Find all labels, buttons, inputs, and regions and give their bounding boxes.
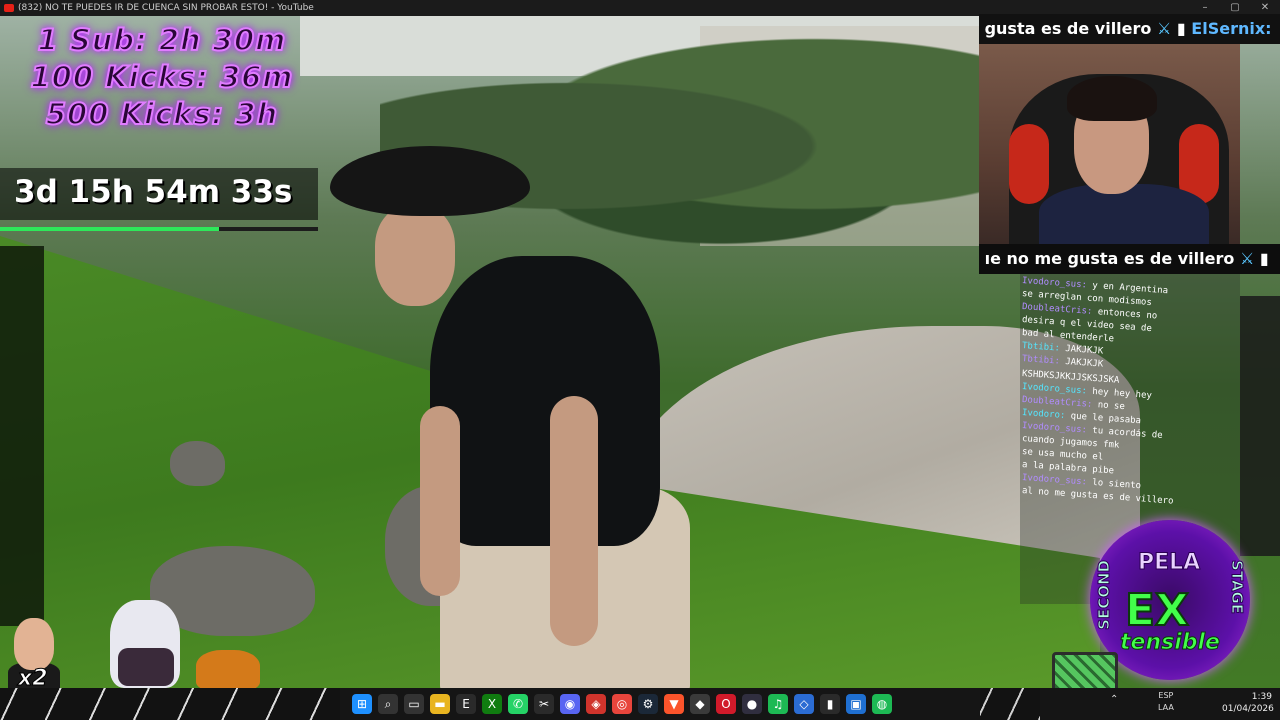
video-person-arm [420, 406, 460, 596]
clock-date: 01/04/2026 [1222, 704, 1274, 714]
youtube-icon [4, 4, 14, 12]
chat-username: Tbtibi: [1021, 354, 1066, 368]
chat-text: JAKJKJK [1064, 357, 1104, 370]
subathon-timer: 3d 15h 54m 33s [14, 174, 293, 210]
chat-text: JAKJKJK [1064, 344, 1104, 357]
xbox-icon[interactable]: X [482, 694, 502, 714]
chat-text: hey hey hey [1091, 386, 1153, 402]
epic-games-icon[interactable]: E [456, 694, 476, 714]
steam-icon[interactable]: ⚙ [638, 694, 658, 714]
badge-left-text: SECOND [1095, 560, 1114, 631]
brave-icon[interactable]: ▼ [664, 694, 684, 714]
sword-icon: ⚔ [1156, 19, 1172, 38]
badge-main-text: EX [1124, 584, 1190, 637]
taskbar-clock[interactable]: 1:39 01/04/2026 [1222, 691, 1274, 715]
video-person-head [375, 206, 455, 306]
obs-icon[interactable]: ● [742, 694, 762, 714]
taskbar-stripes [980, 688, 1040, 720]
video-left-shade [0, 246, 44, 626]
webcam-streamer-shirt [1039, 184, 1209, 244]
video-rock [170, 441, 225, 486]
camel-sticker [196, 650, 260, 690]
chat-text: lo siento [1091, 477, 1142, 492]
video-person-body [430, 256, 660, 546]
badge-top-text: PELA [1137, 550, 1201, 576]
capcut-icon[interactable]: ✂ [534, 694, 554, 714]
anime-character-dress [118, 648, 174, 686]
system-tray: ⌃ [1110, 694, 1118, 705]
chat-username: Ivodoro: [1021, 408, 1072, 422]
ticker-text: gusta es de villero [984, 19, 1152, 38]
ticker-username: ElSernix: [1191, 19, 1272, 38]
video-trees [380, 36, 1000, 256]
chrome-icon[interactable]: ◎ [612, 694, 632, 714]
badge-icon: ▮ [1259, 249, 1269, 268]
subathon-rate-100-kicks: 100 Kicks: 36m [29, 59, 294, 95]
app-blue-icon[interactable]: ◇ [794, 694, 814, 714]
webcam-feed [979, 44, 1240, 244]
chat-text: no se [1097, 400, 1126, 413]
task-view-icon[interactable]: ▭ [404, 694, 424, 714]
webcam-streamer-hair [1067, 76, 1157, 121]
ticker-text: ıe no me gusta es de villero [984, 249, 1235, 268]
tray-overflow-icon[interactable]: ⌃ [1110, 694, 1118, 705]
webcam-chair-accent [1009, 124, 1049, 204]
terminal-icon[interactable]: ▮ [820, 694, 840, 714]
windows-taskbar: ⊞ ⌕ ▭ ▬ E X ✆ ✂ ◉ ◈ ◎ ⚙ ▼ ◆ O ● ♫ ◇ ▮ ▣ ◍ ⌃ ESP LAA 1:39 01/… [0, 688, 1280, 720]
sword-icon: ⚔ [1239, 249, 1255, 268]
app-green-icon[interactable]: ◍ [872, 694, 892, 714]
video-person-arm [550, 396, 598, 646]
whatsapp-icon[interactable]: ✆ [508, 694, 528, 714]
webcam-top-ticker: gusta es de villero ⚔ ▮ ElSernix: [979, 14, 1280, 44]
language-indicator[interactable]: ESP LAA [1158, 690, 1174, 714]
search-icon[interactable]: ⌕ [378, 694, 398, 714]
timer-progress-fill [0, 227, 220, 231]
video-right-shade [1240, 296, 1280, 556]
spotify-icon[interactable]: ♫ [768, 694, 788, 714]
badge-icon: ▮ [1176, 19, 1186, 38]
subathon-rate-sub: 1 Sub: 2h 30m [37, 22, 287, 58]
chat-username: Tbtibi: [1021, 341, 1066, 355]
clock-time: 1:39 [1251, 692, 1272, 702]
discord-icon[interactable]: ◉ [560, 694, 580, 714]
subathon-rate-500-kicks: 500 Kicks: 3h [45, 96, 279, 132]
taskbar-stripes [0, 688, 340, 720]
avatar-sticker [14, 618, 54, 670]
webcam-bottom-ticker: ıe no me gusta es de villero ⚔ ▮ [979, 244, 1280, 274]
chat-text: entonces no [1097, 307, 1158, 322]
roblox-icon[interactable]: ◆ [690, 694, 710, 714]
subathon-rates: 1 Sub: 2h 30m 100 Kicks: 36m 500 Kicks: … [22, 22, 302, 133]
language-top: ESP [1158, 691, 1174, 700]
language-bottom: LAA [1158, 703, 1174, 712]
opera-icon[interactable]: O [716, 694, 736, 714]
windows-start-icon[interactable]: ⊞ [352, 694, 372, 714]
chat-username: Ivodoro_sus: [1021, 276, 1093, 291]
app-red-icon[interactable]: ◈ [586, 694, 606, 714]
file-explorer-icon[interactable]: ▬ [430, 694, 450, 714]
badge-sub-text: tensible [1120, 630, 1221, 656]
badge-right-text: STAGE [1228, 559, 1247, 615]
app-white-icon[interactable]: ▣ [846, 694, 866, 714]
taskbar-pinned-apps: ⊞ ⌕ ▭ ▬ E X ✆ ✂ ◉ ◈ ◎ ⚙ ▼ ◆ O ● ♫ ◇ ▮ ▣ ◍ [352, 694, 892, 714]
